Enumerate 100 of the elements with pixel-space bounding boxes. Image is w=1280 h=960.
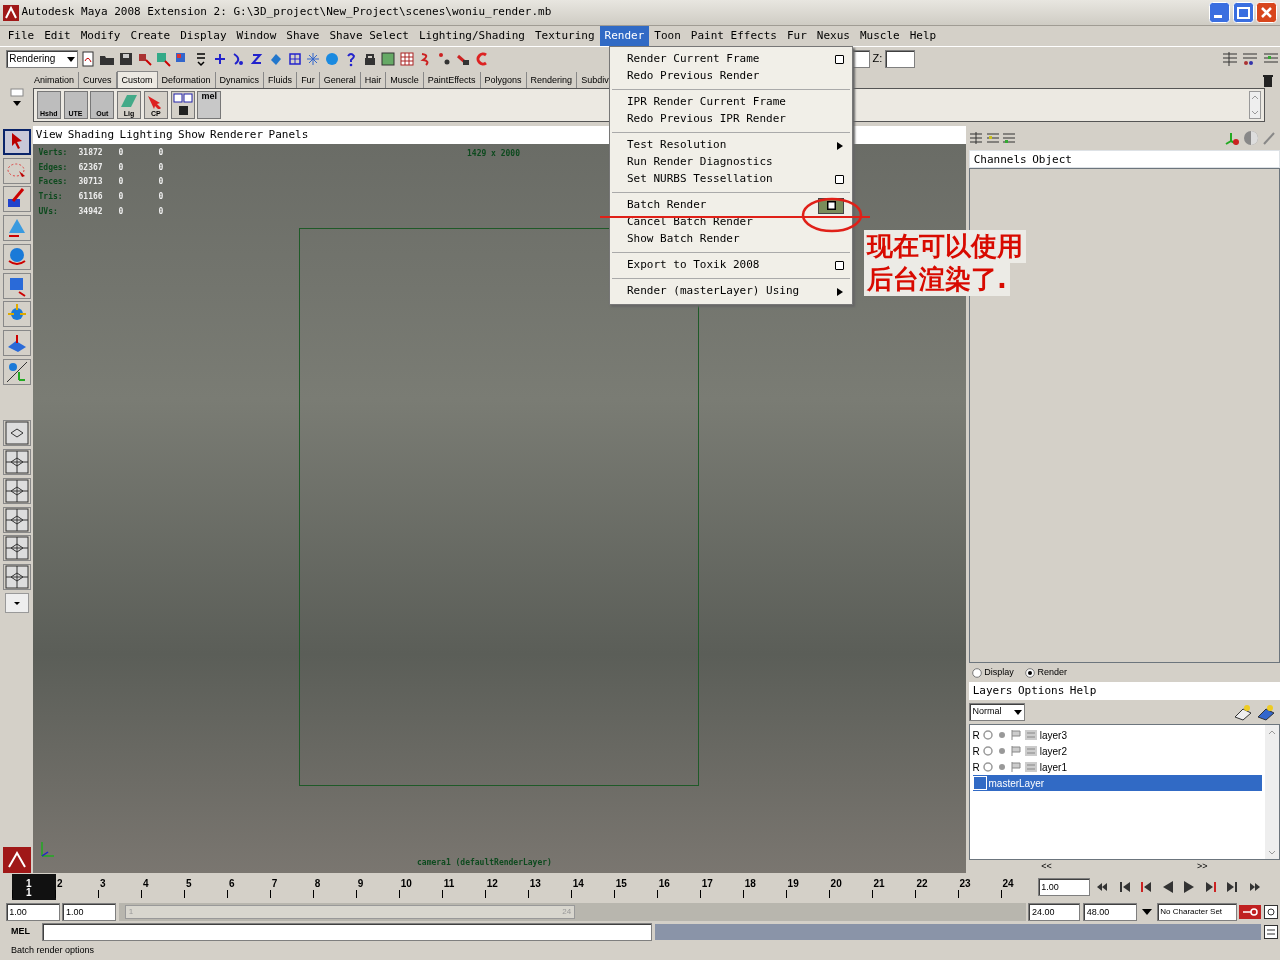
panel-menu-item[interactable]: View	[35, 126, 63, 144]
refresh-icon[interactable]	[981, 745, 994, 758]
playback-end-field[interactable]: 24.00	[1028, 902, 1081, 921]
end-time-field[interactable]: 48.00	[1083, 902, 1137, 921]
step-back-frame-icon[interactable]	[1138, 879, 1154, 895]
document-icon[interactable]	[80, 50, 97, 67]
layer-menu-item[interactable]: Options	[1018, 682, 1065, 700]
trash-icon[interactable]	[1262, 74, 1274, 88]
flag-icon[interactable]	[1009, 761, 1022, 774]
menu-item[interactable]: Help	[904, 26, 942, 46]
refresh-icon[interactable]	[981, 729, 994, 742]
snap-plane-icon[interactable]	[286, 50, 303, 67]
graph-layout-icon[interactable]	[4, 507, 29, 532]
maximize-icon[interactable]	[1232, 2, 1254, 23]
close-icon[interactable]	[1256, 2, 1278, 23]
tool-button[interactable]	[2, 128, 31, 155]
current-time-field[interactable]: 1.00	[1037, 878, 1090, 896]
axis-manipulator-icon[interactable]	[1223, 130, 1240, 146]
layer-menu-item[interactable]: Help	[1069, 682, 1097, 700]
render-flag[interactable]: R	[972, 759, 980, 775]
new-layer-icon[interactable]	[1233, 702, 1254, 721]
menu-item[interactable]: Toon	[649, 26, 686, 46]
channel-box-menu-item[interactable]: Channels	[973, 151, 1027, 167]
graph-editor-layout-icon[interactable]	[4, 565, 29, 589]
minimize-icon[interactable]	[1208, 2, 1230, 23]
menu-item[interactable]: Texturing	[529, 26, 600, 46]
panel-menu-item[interactable]: Lighting	[119, 126, 173, 144]
panel-menu-item[interactable]: Show	[178, 126, 205, 144]
playback-start-field[interactable]: 1.00	[62, 902, 117, 921]
channel-box-toggle-icon[interactable]	[1220, 50, 1239, 67]
command-input-field[interactable]	[41, 923, 652, 941]
shelf-button[interactable]: mel	[197, 91, 222, 119]
time-slider[interactable]: 1 2 3 4 5 6 7 8 9 10 11 12 13 14 15 16 17 18 19 20 21 22 23 24 1	[12, 874, 1022, 900]
menu-item[interactable]: Export to Toxik 2008	[610, 257, 852, 274]
scroll-right-button[interactable]: >>	[1196, 859, 1208, 873]
auto-key-icon[interactable]	[1239, 904, 1262, 919]
channel-layers-layout-icon[interactable]	[1002, 131, 1017, 145]
layer-row[interactable]: R layer2	[972, 743, 1263, 760]
menu-item[interactable]: Muscle	[854, 26, 905, 46]
blend-mode-dropdown[interactable]: Normal	[968, 702, 1025, 721]
layout-menu-icon[interactable]	[4, 592, 29, 613]
hypergraph-layout-icon[interactable]	[4, 536, 29, 561]
layer-menu-item[interactable]: Layers	[972, 682, 1013, 700]
menu-item[interactable]: Display	[175, 26, 232, 46]
option-box-button[interactable]	[835, 55, 844, 64]
shelf-button[interactable]	[170, 91, 195, 119]
select-object-icon[interactable]	[155, 50, 172, 67]
render-flag[interactable]: R	[972, 727, 980, 743]
channel-box-menu-item[interactable]: Object	[1032, 151, 1072, 167]
menu-item[interactable]: Shave Select	[324, 26, 414, 46]
single-view-layout-icon[interactable]	[4, 421, 29, 446]
start-time-field[interactable]: 1.00	[5, 902, 60, 921]
star-icon[interactable]	[305, 50, 322, 67]
menu-item[interactable]: Modify	[75, 26, 126, 46]
outliner-layout-icon[interactable]	[4, 478, 29, 503]
layer-row[interactable]: R layer3	[972, 727, 1263, 744]
menu-item[interactable]: Shave	[281, 26, 325, 46]
option-box-button[interactable]	[835, 261, 844, 270]
shading-icon[interactable]	[1242, 130, 1259, 146]
menu-item[interactable]: Show Batch Render	[610, 231, 852, 248]
menu-item[interactable]: Render (masterLayer) Using	[610, 283, 852, 300]
shelf-menu-icon[interactable]	[9, 88, 24, 108]
render-view-icon[interactable]	[399, 50, 415, 67]
tool-button[interactable]	[2, 358, 31, 385]
radio-button[interactable]	[971, 667, 982, 678]
radio-button[interactable]	[1024, 667, 1035, 678]
menu-item[interactable]: Set NURBS Tessellation	[610, 171, 852, 188]
panel-menu-item[interactable]: Renderer	[210, 126, 264, 144]
menu-item[interactable]: Render	[599, 26, 650, 46]
script-language-label[interactable]: MEL	[11, 925, 39, 939]
step-forward-key-icon[interactable]	[1224, 879, 1240, 895]
option-box-button[interactable]	[835, 175, 844, 184]
new-layer-selected-icon[interactable]	[1256, 702, 1276, 721]
attribute-editor-toggle-icon[interactable]	[1241, 50, 1260, 67]
tool-button[interactable]	[2, 186, 31, 213]
menu-set-dropdown[interactable]: Rendering	[5, 49, 78, 68]
channels-layout-icon[interactable]	[968, 131, 983, 145]
menu-item[interactable]: File	[2, 26, 40, 46]
menu-item[interactable]: Fur	[781, 26, 812, 46]
script-editor-icon[interactable]	[1264, 925, 1278, 939]
menu-item[interactable]: Window	[231, 26, 282, 46]
menu-item[interactable]: Batch Render	[610, 197, 852, 214]
input-field[interactable]	[885, 49, 915, 68]
flag-icon[interactable]	[1009, 745, 1022, 758]
shelf-tab[interactable]: Custom	[116, 71, 158, 88]
panel-menu-item[interactable]: Shading	[67, 126, 115, 144]
four-view-layout-icon[interactable]	[4, 450, 29, 474]
flag-icon[interactable]	[1009, 729, 1022, 742]
menu-item[interactable]: Create	[125, 26, 176, 46]
save-icon[interactable]	[117, 50, 134, 67]
scrollbar-icon[interactable]	[1265, 724, 1279, 859]
menu-item[interactable]: IPR Render Current Frame	[610, 94, 852, 111]
menu-item[interactable]: Lighting/Shading	[413, 26, 530, 46]
color-swatch-icon[interactable]	[972, 776, 987, 791]
panel-menu-item[interactable]: Panels	[268, 126, 309, 144]
menu-item[interactable]: Run Render Diagnostics	[610, 154, 852, 171]
animation-preferences-icon[interactable]	[1264, 904, 1278, 919]
menu-item[interactable]: Render Current Frame	[610, 51, 852, 68]
scroll-left-button[interactable]: <<	[1041, 859, 1052, 873]
layers-layout-icon[interactable]	[985, 131, 1000, 145]
